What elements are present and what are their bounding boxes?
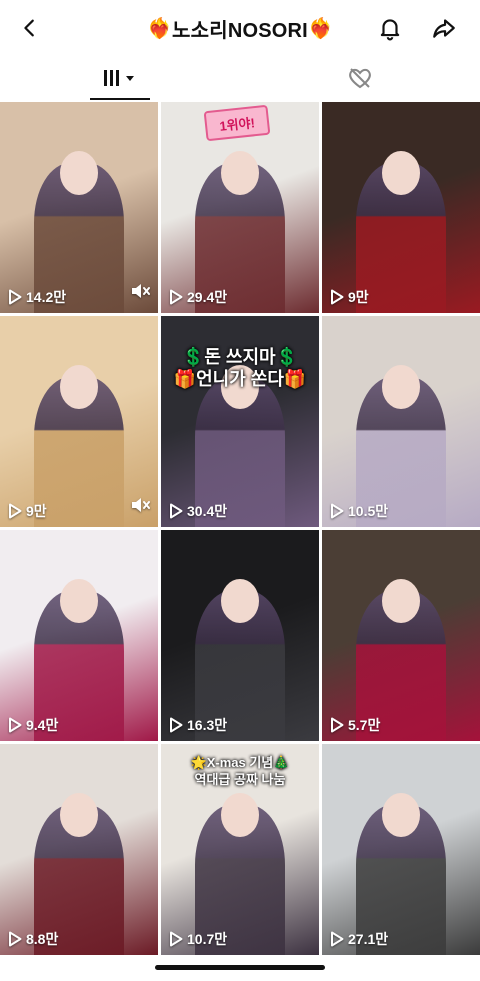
profile-username: 노소리NOSORI bbox=[172, 19, 308, 42]
view-count-label: 14.2만 bbox=[26, 289, 67, 305]
caption-line: 🌟X-mas 기념🎄 bbox=[190, 755, 290, 770]
view-count-label: 5.7만 bbox=[348, 717, 381, 733]
thumbnail-face bbox=[382, 151, 420, 195]
view-count-label: 29.4만 bbox=[187, 289, 228, 305]
grid-icon bbox=[104, 70, 134, 86]
view-count: 5.7만 bbox=[330, 715, 380, 735]
play-icon bbox=[170, 931, 183, 947]
video-thumbnail[interactable]: 💲돈 쓰지마💲 🎁언니가 쏜다🎁 30.4만 bbox=[161, 316, 319, 527]
thumbnail-caption: 🌟X-mas 기념🎄 역대급 공짜 나눔 bbox=[161, 754, 319, 788]
view-count: 30.4만 bbox=[169, 501, 227, 521]
video-thumbnail[interactable]: 🌟X-mas 기념🎄 역대급 공짜 나눔 10.7만 bbox=[161, 744, 319, 955]
share-button[interactable] bbox=[428, 12, 460, 44]
notification-button[interactable] bbox=[374, 12, 406, 44]
thumbnail-face bbox=[382, 793, 420, 837]
view-count-label: 10.5만 bbox=[348, 503, 389, 519]
caption-line: 역대급 공짜 나눔 bbox=[194, 772, 286, 787]
view-count: 29.4만 bbox=[169, 287, 227, 307]
video-thumbnail[interactable]: 9만 bbox=[0, 316, 158, 527]
mute-indicator bbox=[130, 282, 150, 305]
view-count: 9.4만 bbox=[8, 715, 58, 735]
play-icon bbox=[331, 717, 344, 733]
video-thumbnail[interactable]: 1위야! 29.4만 bbox=[161, 102, 319, 313]
play-icon bbox=[9, 931, 22, 947]
thumbnail-face bbox=[221, 151, 259, 195]
play-icon bbox=[331, 289, 344, 305]
thumbnail-face bbox=[60, 793, 98, 837]
play-icon bbox=[9, 289, 22, 305]
play-icon bbox=[170, 503, 183, 519]
view-count: 16.3만 bbox=[169, 715, 227, 735]
back-button[interactable] bbox=[14, 12, 46, 44]
thumbnail-face bbox=[60, 579, 98, 623]
share-arrow-icon bbox=[433, 19, 455, 38]
view-count: 9만 bbox=[330, 287, 369, 307]
content-tabs bbox=[0, 56, 480, 100]
dropdown-caret-icon bbox=[126, 76, 134, 81]
muted-speaker-icon bbox=[132, 498, 150, 512]
active-tab-indicator bbox=[90, 98, 150, 100]
caption-line: 💲돈 쓰지마💲 bbox=[181, 347, 299, 367]
view-count: 14.2만 bbox=[8, 287, 66, 307]
chevron-left-icon bbox=[24, 19, 34, 37]
play-icon bbox=[331, 931, 344, 947]
view-count-label: 30.4만 bbox=[187, 503, 228, 519]
video-thumbnail[interactable]: 16.3만 bbox=[161, 530, 319, 741]
caption-line: 🎁언니가 쏜다🎁 bbox=[173, 369, 307, 389]
view-count-label: 27.1만 bbox=[348, 931, 389, 947]
view-count-label: 9만 bbox=[348, 289, 369, 305]
thumbnail-face bbox=[221, 579, 259, 623]
play-icon bbox=[331, 503, 344, 519]
top-bar: ❤️‍🔥 노소리NOSORI ❤️‍🔥 bbox=[0, 0, 480, 56]
tab-videos-grid[interactable] bbox=[0, 56, 240, 100]
heart-fire-icon: ❤️‍🔥 bbox=[307, 17, 334, 40]
video-thumbnail[interactable]: 5.7만 bbox=[322, 530, 480, 741]
view-count: 10.7만 bbox=[169, 929, 227, 949]
thumbnail-face bbox=[60, 151, 98, 195]
play-icon bbox=[170, 717, 183, 733]
thumbnail-face bbox=[382, 579, 420, 623]
video-grid: 18.4만42.4만8.7만14.2만1위야!29.4만9만9만💲돈 쓰지마💲🎁… bbox=[0, 100, 480, 981]
view-count-label: 16.3만 bbox=[187, 717, 228, 733]
video-thumbnail[interactable]: 27.1만 bbox=[322, 744, 480, 955]
view-count: 27.1만 bbox=[330, 929, 388, 949]
video-thumbnail[interactable]: 9.4만 bbox=[0, 530, 158, 741]
heart-fire-icon: ❤️‍🔥 bbox=[146, 17, 173, 40]
view-count: 9만 bbox=[8, 501, 47, 521]
play-icon bbox=[170, 289, 183, 305]
video-thumbnail[interactable]: 9만 bbox=[322, 102, 480, 313]
profile-title: ❤️‍🔥 노소리NOSORI ❤️‍🔥 bbox=[90, 12, 390, 44]
liked-hidden-icon bbox=[349, 68, 371, 89]
view-count: 10.5만 bbox=[330, 501, 388, 521]
view-count-label: 10.7만 bbox=[187, 931, 228, 947]
mute-indicator bbox=[130, 496, 150, 519]
play-icon bbox=[9, 503, 22, 519]
tab-liked[interactable] bbox=[240, 56, 480, 100]
play-icon bbox=[9, 717, 22, 733]
muted-speaker-icon bbox=[132, 284, 150, 298]
thumbnail-caption: 💲돈 쓰지마💲 🎁언니가 쏜다🎁 bbox=[161, 346, 319, 390]
view-count-label: 8.8만 bbox=[26, 931, 59, 947]
video-thumbnail[interactable]: 10.5만 bbox=[322, 316, 480, 527]
view-count: 8.8만 bbox=[8, 929, 58, 949]
home-indicator bbox=[155, 965, 325, 970]
video-thumbnail[interactable]: 8.8만 bbox=[0, 744, 158, 955]
bell-icon bbox=[380, 19, 400, 41]
thumbnail-sticker: 1위야! bbox=[203, 104, 271, 142]
video-thumbnail[interactable]: 14.2만 bbox=[0, 102, 158, 313]
view-count-label: 9만 bbox=[26, 503, 47, 519]
view-count-label: 9.4만 bbox=[26, 717, 59, 733]
thumbnail-face bbox=[221, 793, 259, 837]
thumbnail-face bbox=[382, 365, 420, 409]
thumbnail-face bbox=[60, 365, 98, 409]
